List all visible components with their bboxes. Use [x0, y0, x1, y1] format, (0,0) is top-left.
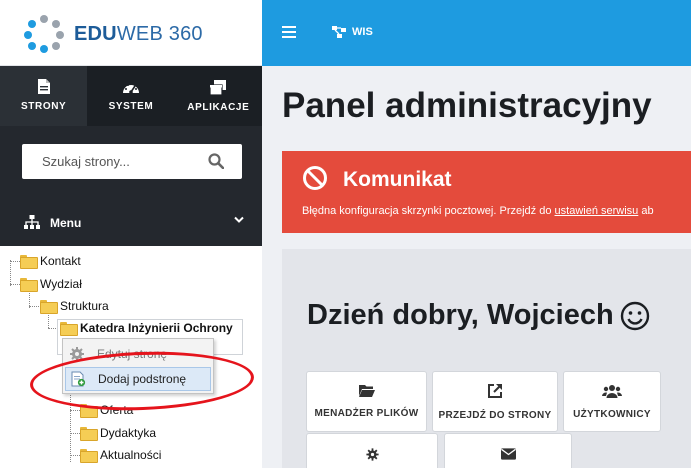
site-switcher[interactable]: WIS	[332, 26, 373, 38]
alert-settings-link[interactable]: ustawień serwisu	[555, 205, 639, 217]
tree-node-kontakt[interactable]: Kontakt	[20, 252, 81, 270]
sidebar: EDUWEB 360 STRONY SYSTEM APLIKACJE Menu	[0, 0, 262, 468]
brand-name[interactable]: EDUWEB 360	[74, 23, 203, 46]
tree-node-katedra[interactable]: Katedra Inżynierii Ochrony	[60, 319, 233, 337]
tab-strony-label: STRONY	[21, 100, 67, 112]
greeting-heading: Dzień dobry, Wojciech	[307, 299, 650, 332]
search-box	[22, 144, 242, 179]
tree-node-wydzial[interactable]: Wydział	[20, 275, 82, 293]
sitemap-icon	[24, 215, 40, 229]
tree-node-dydaktyka[interactable]: Dydaktyka	[80, 424, 156, 442]
sidebar-search-panel: Menu	[0, 126, 262, 246]
menu-label: Menu	[50, 216, 82, 230]
tree-node-aktualnosci[interactable]: Aktualności	[80, 446, 161, 464]
chevron-down-icon[interactable]	[234, 216, 244, 224]
gear-icon	[70, 347, 84, 361]
tree-node-label: Kontakt	[40, 254, 81, 268]
tree-node-label: Aktualności	[100, 448, 162, 462]
document-icon	[37, 78, 50, 94]
tab-strony[interactable]: STRONY	[0, 66, 88, 126]
smile-icon	[620, 301, 649, 330]
folder-icon	[20, 255, 38, 269]
search-icon[interactable]	[208, 153, 224, 169]
users-tile[interactable]: UŻYTKOWNICY	[563, 371, 661, 432]
page-title: Panel administracyjny	[282, 86, 652, 125]
search-input[interactable]	[22, 144, 202, 179]
alert-banner: Komunikat Błędna konfiguracja skrzynki p…	[282, 151, 691, 233]
tree-node-label: Oferta	[100, 403, 134, 417]
logo-icon	[24, 15, 64, 53]
context-menu: Edytuj stronę Dodaj podstronę	[62, 338, 214, 394]
go-to-site-tile[interactable]: PRZEJDŹ DO STRONY	[432, 371, 558, 432]
tree-node-label: Struktura	[60, 299, 109, 313]
menu-selector[interactable]: Menu	[22, 212, 244, 234]
sitemap-icon	[332, 26, 346, 38]
tile-label: MENADŻER PLIKÓW	[314, 408, 419, 419]
site-switcher-label: WIS	[352, 26, 373, 38]
gear-icon	[365, 448, 379, 461]
tile-label: PRZEJDŹ DO STRONY	[438, 409, 552, 421]
users-icon	[602, 384, 622, 398]
tree-node-oferta[interactable]: Oferta	[80, 401, 133, 419]
context-menu-add-label: Dodaj podstronę	[98, 372, 187, 386]
external-link-icon	[488, 383, 502, 398]
tab-aplikacje[interactable]: APLIKACJE	[175, 66, 262, 126]
tree-node-label: Katedra Inżynierii Ochrony	[80, 321, 233, 335]
context-menu-edit-label: Edytuj stronę	[97, 347, 168, 361]
alert-body: Błędna konfiguracja skrzynki pocztowej. …	[302, 205, 654, 217]
messages-tile[interactable]	[444, 433, 572, 468]
logo-bar: EDUWEB 360	[0, 0, 262, 66]
top-bar: WIS	[262, 0, 691, 66]
folder-icon	[60, 322, 78, 336]
tree-node-label: Dydaktyka	[100, 426, 157, 440]
context-menu-edit[interactable]: Edytuj stronę	[65, 342, 211, 366]
tab-aplikacje-label: APLIKACJE	[187, 101, 250, 113]
settings-tile[interactable]	[306, 433, 438, 468]
tree-node-label: Wydział	[40, 277, 82, 291]
folder-icon	[80, 404, 98, 418]
tab-system-label: SYSTEM	[108, 101, 154, 112]
folder-icon	[80, 427, 98, 441]
folder-icon	[40, 300, 58, 314]
folder-icon	[80, 449, 98, 463]
gauge-icon	[122, 84, 139, 94]
hamburger-icon[interactable]	[282, 26, 296, 38]
tile-label: UŻYTKOWNICY	[573, 408, 651, 420]
windows-icon	[210, 79, 227, 95]
add-page-icon	[71, 371, 86, 387]
folder-icon	[20, 278, 38, 292]
tab-system[interactable]: SYSTEM	[87, 66, 174, 126]
file-manager-tile[interactable]: MENADŻER PLIKÓW	[306, 371, 427, 432]
sidebar-tabs: STRONY SYSTEM APLIKACJE	[0, 66, 262, 126]
folder-open-icon	[358, 385, 375, 397]
envelope-icon	[500, 448, 516, 460]
tree-node-struktura[interactable]: Struktura	[40, 297, 109, 315]
context-menu-add-subpage[interactable]: Dodaj podstronę	[65, 367, 211, 391]
ban-icon	[303, 166, 327, 190]
alert-title: Komunikat	[343, 168, 452, 191]
